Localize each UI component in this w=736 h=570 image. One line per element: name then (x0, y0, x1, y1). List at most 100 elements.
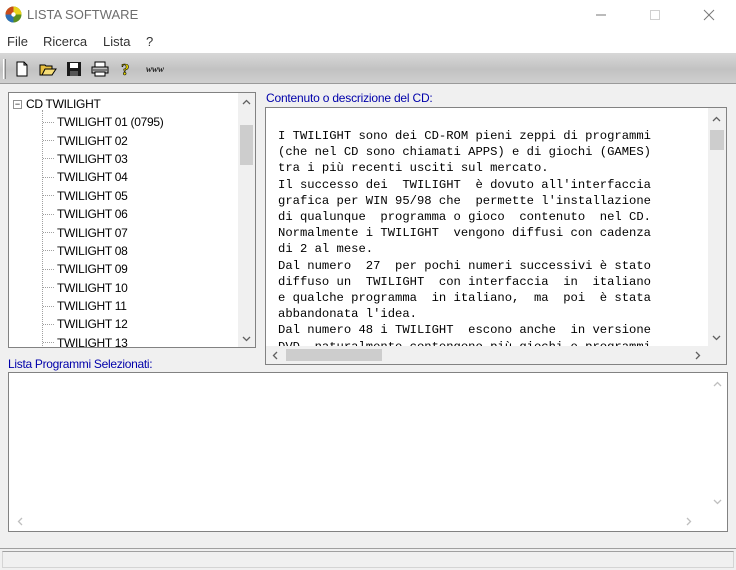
tree-connector-line (43, 323, 54, 325)
tree-item[interactable]: TWILIGHT 10 (43, 279, 163, 297)
tree-item-label: TWILIGHT 03 (57, 151, 128, 166)
close-button[interactable] (686, 0, 732, 30)
tree-children: TWILIGHT 01 (0795) TWILIGHT 02 TWILIGHT 03… (43, 113, 164, 348)
sel-scroll-up-arrow[interactable] (709, 375, 726, 392)
tree-item[interactable]: TWILIGHT 07 (43, 223, 163, 241)
print-button[interactable] (90, 60, 110, 78)
chevron-down-icon (712, 335, 721, 340)
tree-item-label: TWILIGHT 12 (57, 317, 128, 332)
description-horizontal-scrollbar[interactable] (266, 346, 710, 364)
printer-icon (91, 61, 109, 77)
tree-item[interactable]: TWILIGHT 03 (43, 150, 163, 168)
desc-scroll-thumb[interactable] (710, 130, 724, 150)
open-button[interactable] (38, 60, 58, 78)
tree-connector-line (43, 213, 54, 215)
close-icon (703, 9, 715, 21)
tree-item[interactable]: TWILIGHT 09 (43, 260, 163, 278)
chevron-right-icon (695, 351, 700, 360)
tree-item-label: TWILIGHT 05 (57, 188, 128, 203)
toolbar: ? www (0, 52, 736, 84)
title-bar: LISTA SOFTWARE (0, 0, 736, 30)
chevron-up-icon (712, 116, 721, 121)
tree-item[interactable]: TWILIGHT 05 (43, 187, 163, 205)
tree-item-label: TWILIGHT 06 (57, 207, 128, 222)
tree-item[interactable]: TWILIGHT 11 (43, 297, 163, 315)
status-bar (0, 548, 736, 570)
chevron-right-icon (686, 517, 691, 526)
help-question-icon: ? (121, 61, 130, 77)
minimize-icon (596, 14, 606, 16)
open-folder-icon (39, 64, 57, 76)
scroll-up-arrow[interactable] (238, 93, 255, 110)
sel-scroll-left-arrow[interactable] (11, 513, 28, 530)
tree-connector-line (43, 176, 54, 178)
tree-scroll-thumb[interactable] (240, 125, 253, 165)
tree-connector-line (43, 121, 54, 123)
save-button[interactable] (64, 60, 84, 78)
tree-root-item[interactable]: − CD TWILIGHT (13, 96, 101, 112)
tree-item[interactable]: TWILIGHT 01 (0795) (43, 113, 164, 131)
tree-item[interactable]: TWILIGHT 12 (43, 315, 163, 333)
maximize-button[interactable] (632, 0, 678, 30)
chevron-down-icon (242, 336, 251, 341)
www-button[interactable]: www (142, 60, 168, 78)
sel-scroll-down-arrow[interactable] (709, 493, 726, 510)
window-title: LISTA SOFTWARE (27, 7, 139, 22)
tree-vertical-scrollbar[interactable] (238, 93, 255, 347)
collapse-toggle-icon[interactable]: − (13, 99, 22, 109)
description-text: I TWILIGHT sono dei CD-ROM pieni zeppi d… (278, 129, 651, 346)
tree-connector-line (43, 342, 54, 344)
menu-ricerca[interactable]: Ricerca (43, 34, 87, 49)
desc-scroll-down-arrow[interactable] (708, 329, 725, 346)
selected-vertical-scrollbar[interactable] (709, 373, 727, 514)
sel-scroll-right-arrow[interactable] (680, 513, 697, 530)
help-button[interactable]: ? (116, 60, 136, 78)
www-icon: www (145, 64, 164, 74)
save-disk-icon (67, 62, 81, 76)
tree-item-label: TWILIGHT 07 (57, 225, 128, 240)
menu-file[interactable]: File (7, 34, 28, 49)
tree-connector-line (43, 287, 54, 289)
tree-root-label: CD TWILIGHT (26, 97, 101, 111)
cd-tree-view[interactable]: − CD TWILIGHT TWILIGHT 01 (0795) TWILIGHT… (8, 92, 256, 348)
tree-item[interactable]: TWILIGHT 02 (43, 131, 163, 149)
tree-connector-line (43, 232, 54, 234)
desc-scroll-up-arrow[interactable] (708, 110, 725, 127)
new-button[interactable] (12, 60, 32, 78)
chevron-up-icon (713, 381, 722, 386)
selected-horizontal-scrollbar[interactable] (9, 513, 709, 531)
tree-connector-line (43, 140, 54, 142)
tree-item-label: TWILIGHT 13 (57, 335, 128, 348)
description-box[interactable]: I TWILIGHT sono dei CD-ROM pieni zeppi d… (265, 107, 727, 365)
description-vertical-scrollbar[interactable] (708, 108, 726, 346)
status-panel (2, 551, 734, 568)
desc-scroll-left-arrow[interactable] (266, 347, 283, 364)
tree-item[interactable]: TWILIGHT 08 (43, 242, 163, 260)
svg-text:?: ? (121, 61, 130, 77)
menu-help[interactable]: ? (146, 34, 153, 49)
chevron-left-icon (17, 517, 22, 526)
tree-item[interactable]: TWILIGHT 06 (43, 205, 163, 223)
app-cd-icon (5, 6, 22, 23)
scroll-down-arrow[interactable] (238, 330, 255, 347)
tree-connector-line (43, 158, 54, 160)
tree-item[interactable]: TWILIGHT 04 (43, 168, 163, 186)
tree-item[interactable]: TWILIGHT 13 (43, 334, 163, 348)
selected-programs-list[interactable] (8, 372, 728, 532)
menu-bar: File Ricerca Lista ? (0, 30, 736, 52)
tree-item-label: TWILIGHT 11 (57, 299, 127, 314)
desc-hscroll-thumb[interactable] (286, 349, 382, 361)
tree-connector-line (43, 268, 54, 270)
tree-item-label: TWILIGHT 08 (57, 243, 128, 258)
tree-item-label: TWILIGHT 09 (57, 262, 128, 277)
chevron-up-icon (242, 99, 251, 104)
tree-connector-line (43, 305, 54, 307)
chevron-down-icon (713, 499, 722, 504)
minimize-button[interactable] (578, 0, 624, 30)
desc-scroll-right-arrow[interactable] (689, 347, 706, 364)
tree-connector-line (43, 195, 54, 197)
tree-item-label: TWILIGHT 10 (57, 280, 128, 295)
toolbar-grip (3, 59, 6, 79)
chevron-left-icon (272, 351, 277, 360)
menu-lista[interactable]: Lista (103, 34, 130, 49)
